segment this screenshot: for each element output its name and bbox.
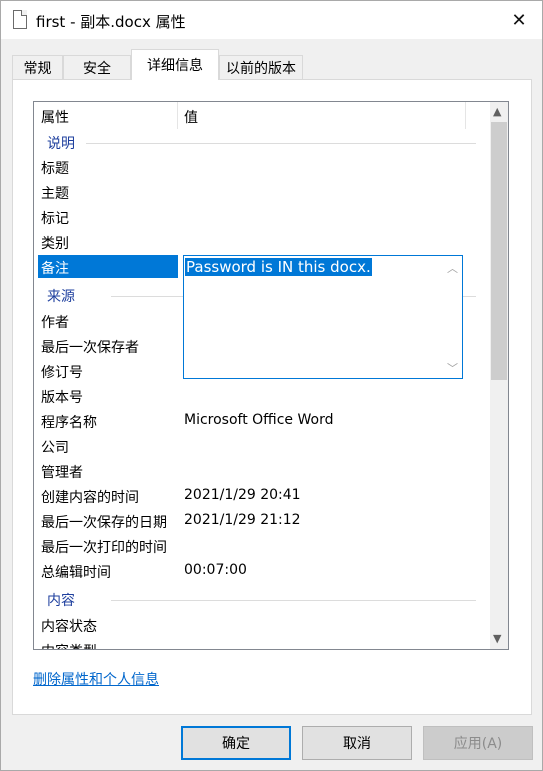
edit-scrollbar[interactable]: ︿ ﹀ <box>443 256 462 378</box>
property-name: 作者 <box>41 315 69 331</box>
property-name: 内容类型 <box>41 641 97 649</box>
property-name: 总编辑时间 <box>41 565 111 581</box>
cancel-button[interactable]: 取消 <box>302 726 412 760</box>
tab-general[interactable]: 常规 <box>12 55 63 80</box>
comment-edit-field[interactable]: Password is IN this docx. ︿ ﹀ <box>183 255 463 379</box>
property-name: 管理者 <box>41 465 83 481</box>
column-header-property[interactable]: 属性 <box>41 107 69 127</box>
column-divider[interactable] <box>177 102 178 129</box>
property-name: 修订号 <box>41 365 83 381</box>
tab-details[interactable]: 详细信息 <box>131 49 219 80</box>
property-name: 标题 <box>41 161 69 177</box>
list-item[interactable]: 主题 <box>34 180 491 205</box>
list-item[interactable]: 程序名称 Microsoft Office Word <box>34 409 491 434</box>
group-divider <box>111 600 476 601</box>
list-item[interactable]: 标记 <box>34 205 491 230</box>
column-header-value[interactable]: 值 <box>184 107 198 127</box>
list-item[interactable]: 创建内容的时间 2021/1/29 20:41 <box>34 484 491 509</box>
list-item[interactable]: 管理者 <box>34 459 491 484</box>
property-name: 内容状态 <box>41 619 97 635</box>
remove-properties-link[interactable]: 删除属性和个人信息 <box>33 669 159 689</box>
window-title: first - 副本.docx 属性 <box>36 13 186 31</box>
scroll-up-icon[interactable]: ▲ <box>493 105 501 118</box>
title-bar: first - 副本.docx 属性 ✕ <box>1 1 542 39</box>
list-scrollbar[interactable]: ▲ ▼ <box>490 102 508 649</box>
property-name: 类别 <box>41 236 69 252</box>
property-list[interactable]: 属性 值 说明 标题 主题 标记 类别 备注 来源 作者 最后一次保存者 修订号… <box>33 101 509 650</box>
list-item[interactable]: 最后一次打印的时间 <box>34 534 491 559</box>
chevron-down-icon[interactable]: ﹀ <box>447 360 458 376</box>
scrollbar-thumb[interactable] <box>491 122 507 380</box>
property-name: 备注 <box>41 261 69 277</box>
list-item[interactable]: 内容类型 <box>34 638 491 649</box>
property-name: 公司 <box>41 440 69 456</box>
close-button[interactable]: ✕ <box>496 1 542 39</box>
close-icon: ✕ <box>511 9 527 31</box>
properties-dialog: first - 副本.docx 属性 ✕ 常规 安全 详细信息 以前的版本 属性… <box>0 0 543 771</box>
list-item[interactable]: 类别 <box>34 230 491 255</box>
column-divider[interactable] <box>465 102 466 129</box>
apply-button[interactable]: 应用(A) <box>423 726 533 760</box>
list-item[interactable]: 最后一次保存的日期 2021/1/29 21:12 <box>34 509 491 534</box>
property-name: 标记 <box>41 211 69 227</box>
group-header-description[interactable]: 说明 <box>34 130 491 155</box>
group-label: 内容 <box>47 593 75 609</box>
property-name: 最后一次保存的日期 <box>41 515 167 531</box>
chevron-up-icon[interactable]: ︿ <box>447 260 458 276</box>
property-name: 最后一次保存者 <box>41 340 139 356</box>
property-value: 2021/1/29 21:12 <box>184 512 301 528</box>
ok-button[interactable]: 确定 <box>181 726 291 760</box>
list-item[interactable]: 公司 <box>34 434 491 459</box>
scroll-down-icon[interactable]: ▼ <box>493 632 501 645</box>
property-value: Microsoft Office Word <box>184 412 334 428</box>
tab-security[interactable]: 安全 <box>63 55 131 80</box>
list-item[interactable]: 标题 <box>34 155 491 180</box>
tab-previous-versions[interactable]: 以前的版本 <box>219 55 303 80</box>
group-label: 来源 <box>47 289 75 305</box>
property-name: 主题 <box>41 186 69 202</box>
property-value: 2021/1/29 20:41 <box>184 487 301 503</box>
group-label: 说明 <box>47 136 75 152</box>
list-item[interactable]: 内容状态 <box>34 613 491 638</box>
list-header: 属性 值 <box>34 102 491 129</box>
comment-edit-text[interactable]: Password is IN this docx. <box>185 258 372 276</box>
list-item[interactable]: 版本号 <box>34 384 491 409</box>
property-name: 创建内容的时间 <box>41 490 139 506</box>
property-name: 程序名称 <box>41 415 97 431</box>
property-value: 00:07:00 <box>184 562 247 578</box>
list-item[interactable]: 总编辑时间 00:07:00 <box>34 559 491 584</box>
group-divider <box>86 143 476 144</box>
group-header-content[interactable]: 内容 <box>34 587 491 612</box>
property-name: 最后一次打印的时间 <box>41 540 167 556</box>
document-icon <box>13 10 27 29</box>
property-name: 版本号 <box>41 390 83 406</box>
